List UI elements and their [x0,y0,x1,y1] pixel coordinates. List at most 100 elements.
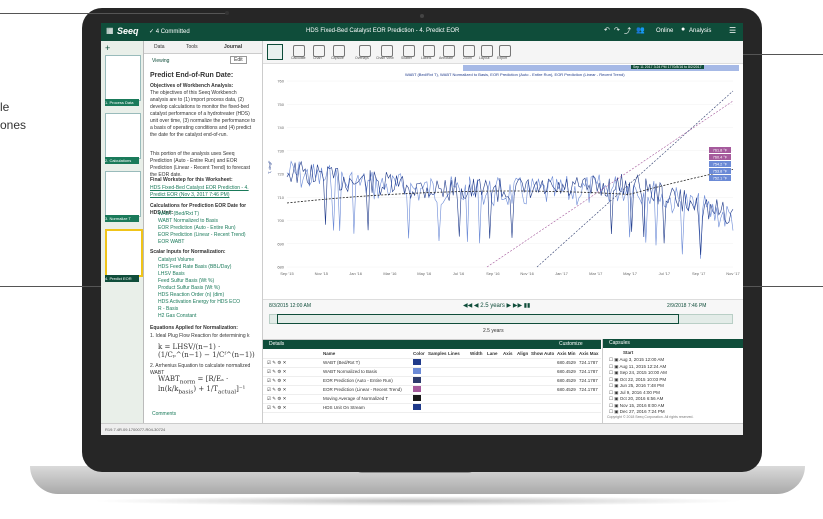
x-tick-label: May '16 [417,271,432,276]
row-color-swatch[interactable] [413,404,421,410]
row-name[interactable]: EOR Prediction (Auto - Entire Run) [323,378,393,383]
timeline-end[interactable]: 2/9/2018 7:46 PM [667,303,706,309]
row-axis-max[interactable]: 724.1787 [579,387,598,392]
scalar-item[interactable]: R - Basis [150,306,256,313]
row-color-swatch[interactable] [413,395,421,401]
paragraph-2: This portion of the analysis uses Seeq P… [150,151,251,178]
chart-type-icon[interactable] [267,44,283,60]
row-axis-min[interactable]: 680.4529 [557,369,576,374]
row-checkbox[interactable]: ☑ ✎ ⚙ ✕ [267,378,286,384]
x-tick-label: Jan '16 [349,271,363,276]
calc-item[interactable]: WABT (Bed/Rxt T) [150,211,256,218]
add-worksheet-button[interactable]: + [105,43,110,53]
row-axis-min[interactable]: 680.4529 [557,378,576,383]
capsule-checkbox[interactable]: ☐ ▣ [609,396,620,401]
screen: ▦ Seeq ✓ 4 Committed HDS Fixed-Bed Catal… [101,23,743,435]
capsules-column[interactable]: Start [623,350,633,355]
app-logo[interactable]: Seeq [117,26,139,36]
grid-menu-icon[interactable]: ▦ [106,26,114,35]
capsule-checkbox[interactable]: ☐ ▣ [609,390,620,395]
journal-heading: Predict End-of-Run Date: [150,72,234,79]
timeline-selection[interactable] [277,314,679,324]
row-axis-min[interactable]: 680.4529 [557,360,576,365]
worksheet-label-2[interactable]: 2. Calculations [105,157,139,164]
row-axis-max[interactable]: 724.1787 [579,378,598,383]
row-axis-min[interactable]: 680.4529 [557,387,576,392]
col-name[interactable]: Name [323,351,335,356]
hamburger-icon[interactable]: ☰ [729,26,736,35]
worksheet-thumb-1[interactable] [105,55,141,101]
capsule-start: Dec 27, 2016 7:24 PM [619,409,665,414]
timeline-controls[interactable]: ◀◀ ◀ 2.5 years ▶ ▶▶ ▮▮ [463,302,530,309]
capsule-checkbox[interactable]: ☐ ▣ [609,409,620,414]
worksheet-thumb-4[interactable] [105,229,143,277]
row-name[interactable]: HDS Unit On Stream [323,405,365,410]
scalar-item[interactable]: Product Sulfur Basis (Wt %) [150,285,256,292]
tab-journal[interactable]: Journal [224,44,242,50]
row-name[interactable]: WABT (Bed/Rxt T) [323,360,360,365]
calc-item[interactable]: EOR WABT [150,239,256,246]
capsule-checkbox[interactable]: ☐ ▣ [609,403,620,408]
redo-icon[interactable]: ↷ [614,26,620,34]
user-name[interactable]: Analysis [689,28,711,34]
users-icon[interactable]: 👥 [636,26,645,34]
capsule-checkbox[interactable]: ☐ ▣ [609,377,620,382]
capsule-checkbox[interactable]: ☐ ▣ [609,383,620,388]
scalar-item[interactable]: HDS Reaction Order (n) (dim) [150,292,256,299]
trend-chart[interactable]: 760 750 740 730 720 710 700 690 680 T, degF Sep '1… [263,63,743,299]
scalar-item[interactable]: Feed Sulfur Basis (Wt %) [150,278,256,285]
calc-item[interactable]: EOR Prediction (Auto - Entire Run) [150,225,256,232]
side-text: le ones [0,98,26,134]
scalar-item[interactable]: HDS Activation Energy for HDS ECO [150,299,256,306]
row-axis-max[interactable]: 724.1787 [579,360,598,365]
details-row[interactable]: ☑ ✎ ⚙ ✕ HDS Unit On Stream [263,403,601,413]
row-checkbox[interactable]: ☑ ✎ ⚙ ✕ [267,369,286,375]
undo-icon[interactable]: ↶ [604,26,610,34]
worksheet-thumb-3[interactable] [105,171,141,217]
toolbar-label: Labels [421,56,432,60]
row-name[interactable]: WABT Normalized to Basis [323,369,377,374]
final-link[interactable]: HDS Fixed-Bed Catalyst EOR Prediction - … [150,185,256,199]
col-show: Show [531,351,543,356]
row-axis-max[interactable]: 724.1787 [579,369,598,374]
capsule-checkbox[interactable]: ☐ ▣ [609,364,620,369]
row-color-swatch[interactable] [413,377,421,383]
equation-1-formula: k = LHSV/(n−1) · (1/Cₚ^(n−1) − 1/Cᶠ^(n−1… [158,343,255,359]
row-name[interactable]: Moving Average of Normalized T [323,396,388,401]
y-axis-label: T, degF [267,160,272,174]
capsule-checkbox[interactable]: ☐ ▣ [609,370,620,375]
duration[interactable]: 2.5 years [480,303,505,309]
scalar-item[interactable]: H2 Gas Constant [150,313,256,320]
row-checkbox[interactable]: ☑ ✎ ⚙ ✕ [267,405,286,411]
capsule-checkbox[interactable]: ☐ ▣ [609,357,620,362]
row-color-swatch[interactable] [413,359,421,365]
calc-item[interactable]: EOR Prediction (Linear - Recent Trend) [150,232,256,239]
row-checkbox[interactable]: ☑ ✎ ⚙ ✕ [267,360,286,366]
capsule-start: Aug 11, 2015 12:24 AM [619,363,667,369]
scalar-item[interactable]: LHSV Basis [150,271,256,278]
timeline-start[interactable]: 8/3/2015 12:00 AM [269,303,311,309]
share-icon[interactable]: ⤴ [624,26,631,36]
edit-button[interactable]: Edit [230,56,247,64]
row-name[interactable]: EOR Prediction (Linear - Recent Trend) [323,387,402,392]
tab-tools[interactable]: Tools [186,44,198,50]
worksheet-label-3[interactable]: 3. Normalize T [105,215,139,222]
side-text-line-1: le [0,100,10,114]
worksheet-label-1[interactable]: 1. Process Data [105,99,139,106]
scalar-item[interactable]: Catalyst Volume [150,257,256,264]
row-color-swatch[interactable] [413,368,421,374]
row-checkbox[interactable]: ☑ ✎ ⚙ ✕ [267,396,286,402]
online-status[interactable]: Online [656,28,673,34]
scalar-title: Scalar Inputs for Normalization: [150,249,226,255]
comments-link[interactable]: Comments [152,411,176,417]
scalar-item[interactable]: HDS Feed Rate Basis (BBL/Day) [150,264,256,271]
tab-data[interactable]: Data [154,44,165,50]
row-color-swatch[interactable] [413,386,421,392]
worksheet-label-4[interactable]: 4. Predict EOR [105,275,139,282]
y-tick-label: 680 [277,265,284,270]
customize-button[interactable]: Customize [559,340,583,349]
y-tick-label: 720 [277,172,284,177]
calc-item[interactable]: WABT Normalized to Basis [150,218,256,225]
worksheet-thumb-2[interactable] [105,113,141,159]
row-checkbox[interactable]: ☑ ✎ ⚙ ✕ [267,387,286,393]
